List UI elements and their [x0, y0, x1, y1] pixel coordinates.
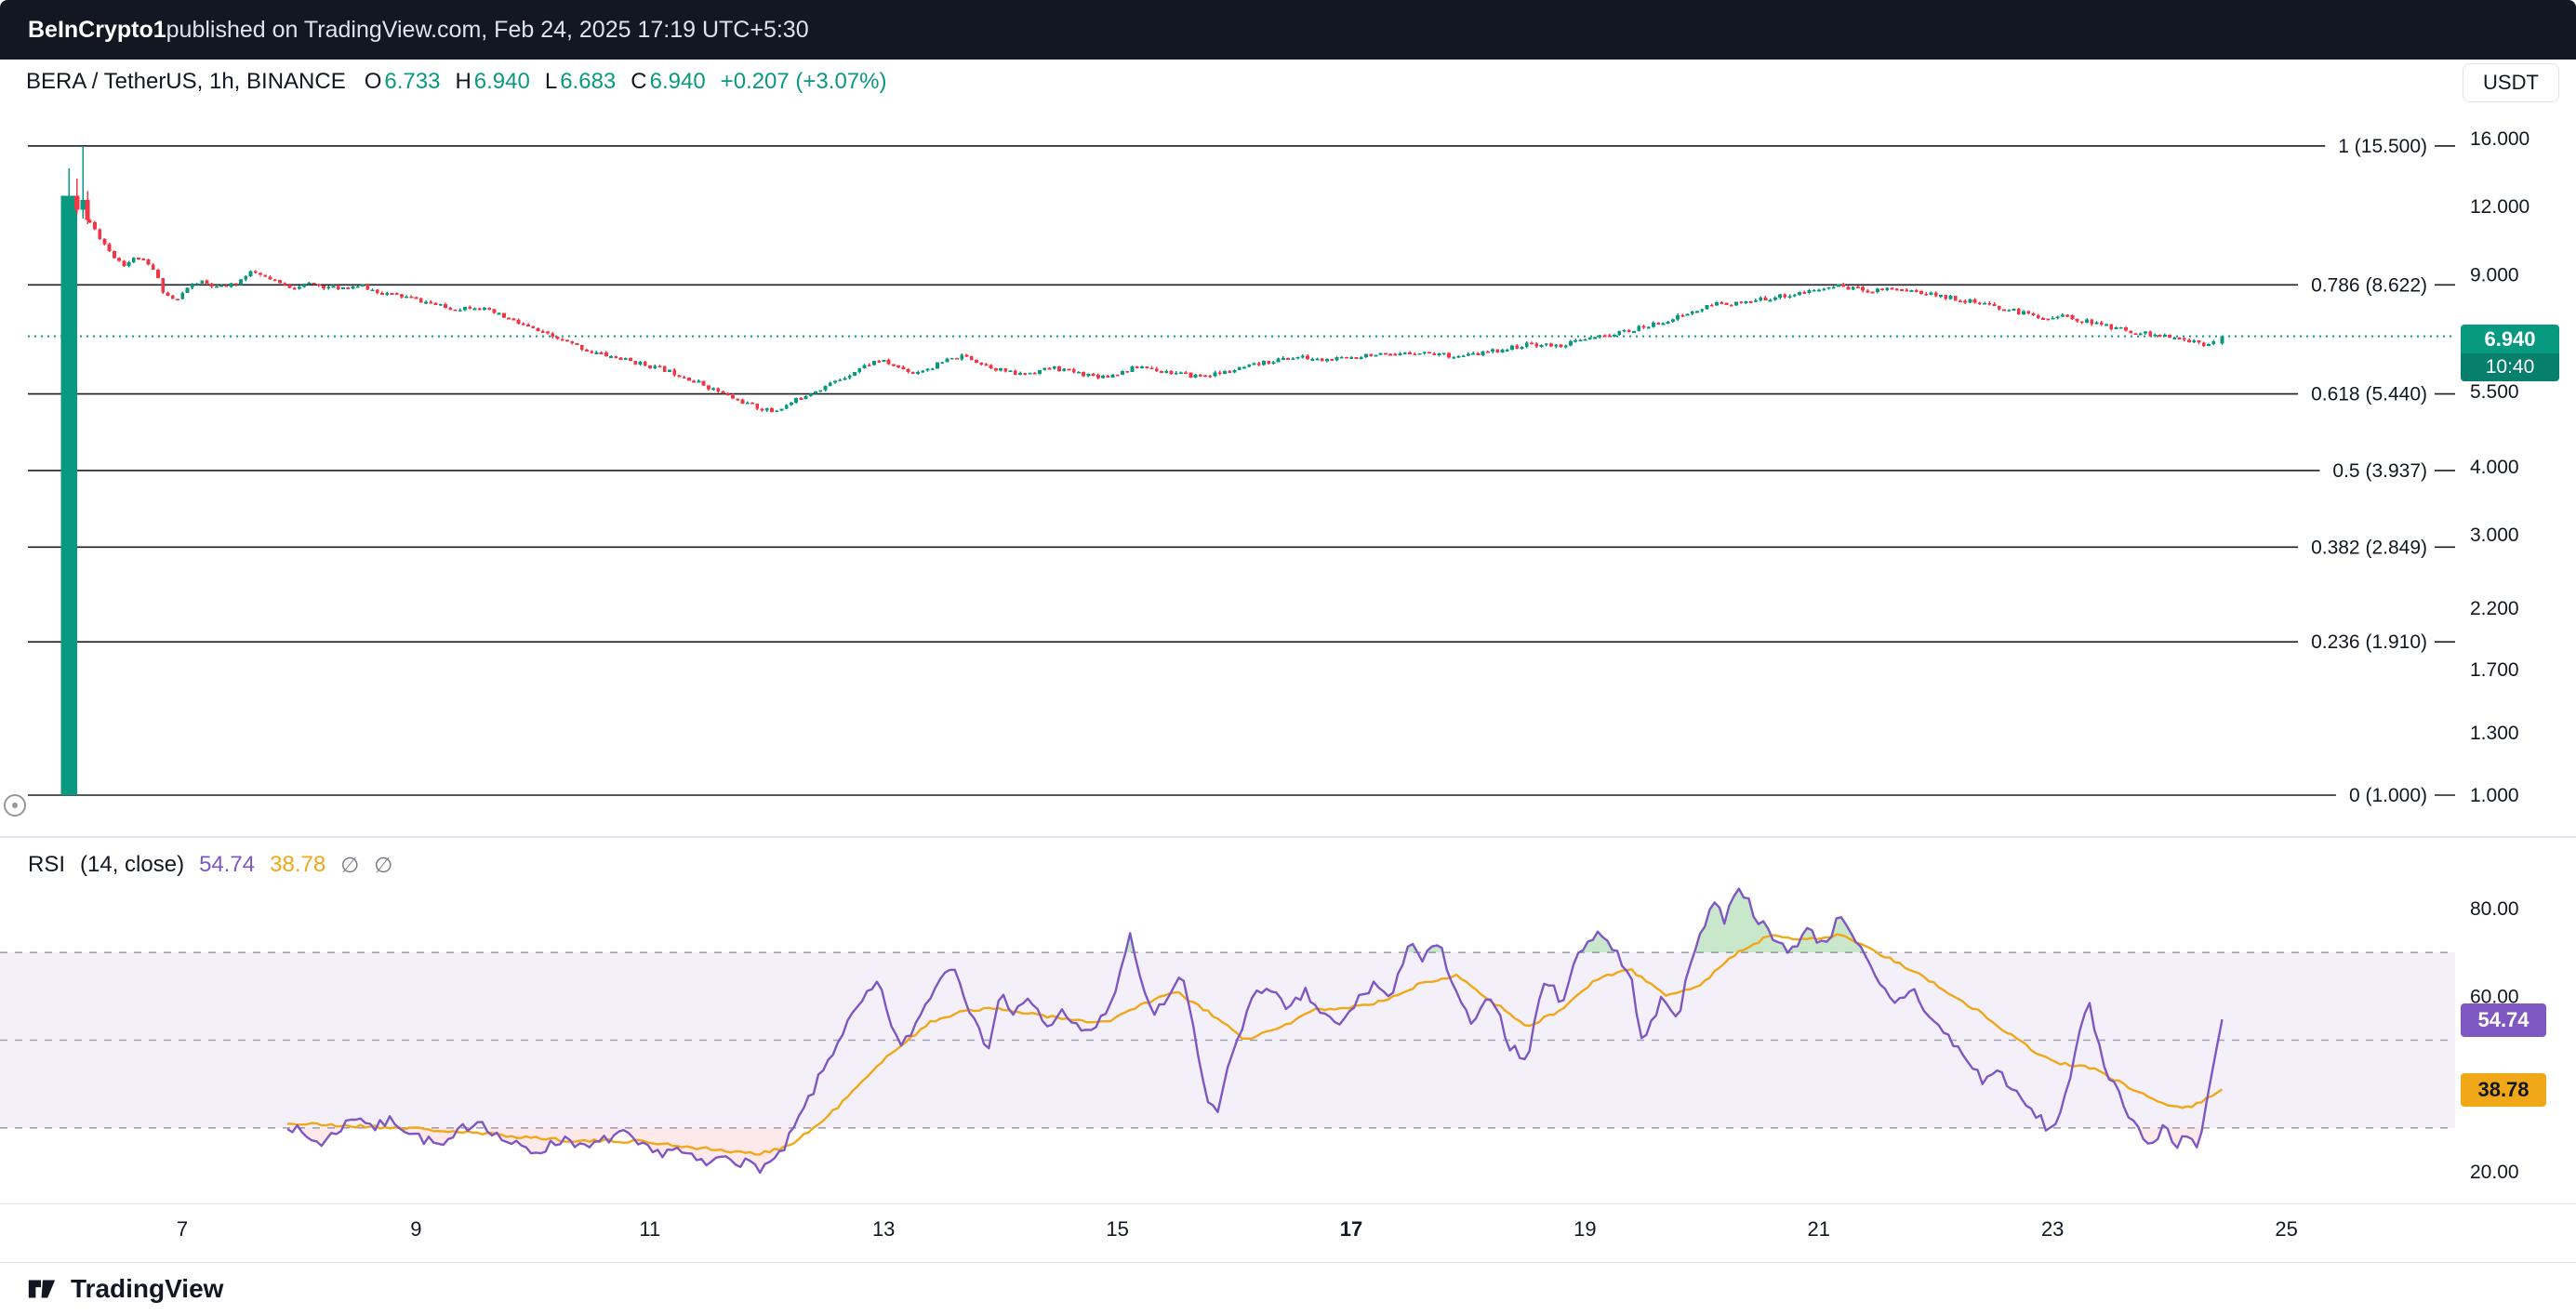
open-value: 6.733: [384, 69, 440, 95]
symbol-info-row: BERA / TetherUS, 1h, BINANCE O6.733 H6.9…: [0, 60, 2418, 104]
svg-text:1.300: 1.300: [2470, 723, 2519, 744]
close-pair: C6.940: [631, 69, 705, 95]
open-pair: O6.733: [365, 69, 441, 95]
brand-name[interactable]: TradingView: [71, 1274, 223, 1304]
fib-anchor-icon[interactable]: [5, 795, 25, 816]
time-axis-label: 15: [1106, 1217, 1128, 1242]
rsi-ma-value-badge: 38.78: [2461, 1073, 2546, 1107]
hidden-band-value-icon: ∅: [340, 853, 359, 878]
svg-text:0.382 (2.849): 0.382 (2.849): [2311, 537, 2427, 558]
publisher-username-link[interactable]: BeInCrypto1: [28, 17, 166, 44]
rsi-indicator-legend[interactable]: RSI (14, close) 54.74 38.78 ∅ ∅: [28, 852, 392, 878]
svg-text:1 (15.500): 1 (15.500): [2338, 136, 2427, 157]
time-axis-label: 17: [1340, 1217, 1362, 1242]
close-label: C: [631, 69, 646, 95]
time-axis-label: 7: [177, 1217, 188, 1242]
tradingview-published-chart: BeInCrypto1 published on TradingView.com…: [0, 0, 2576, 1315]
svg-text:1.700: 1.700: [2470, 659, 2519, 681]
low-value: 6.683: [560, 69, 616, 95]
footer-bar: TradingView: [0, 1262, 2576, 1315]
publish-info-bar: BeInCrypto1 published on TradingView.com…: [0, 0, 2576, 60]
rsi-axis[interactable]: 80.0060.0020.00: [2470, 898, 2519, 1183]
time-axis-label: 13: [872, 1217, 895, 1242]
rsi-value: 54.74: [199, 852, 255, 878]
fib-retracement-levels[interactable]: 1 (15.500) 0.786 (8.622) 0.618 (5.440) 0.5 …: [28, 136, 2455, 806]
change-value: +0.207 (+3.07%): [721, 69, 887, 95]
high-pair: H6.940: [455, 69, 529, 95]
time-axis-label: 21: [1808, 1217, 1830, 1242]
symbol-title[interactable]: BERA / TetherUS, 1h, BINANCE: [26, 69, 346, 95]
time-axis[interactable]: 7 9 11 13 15 17 19 21 23 25: [0, 1203, 2576, 1252]
open-label: O: [365, 69, 382, 95]
svg-text:9.000: 9.000: [2470, 264, 2519, 286]
bar-countdown: 10:40: [2461, 353, 2559, 381]
time-axis-label: 9: [410, 1217, 421, 1242]
svg-text:2.200: 2.200: [2470, 598, 2519, 619]
low-pair: L6.683: [545, 69, 616, 95]
time-axis-label: 11: [639, 1217, 660, 1242]
svg-text:0.618 (5.440): 0.618 (5.440): [2311, 384, 2427, 405]
tradingview-logo[interactable]: [26, 1273, 58, 1305]
svg-text:0 (1.000): 0 (1.000): [2349, 785, 2427, 806]
time-axis-label: 23: [2041, 1217, 2064, 1242]
close-value: 6.940: [650, 69, 706, 95]
rsi-params: (14, close): [80, 852, 184, 878]
publish-info-text: published on TradingView.com, Feb 24, 20…: [166, 17, 809, 44]
rsi-ma-value: 38.78: [270, 852, 325, 878]
price-axis[interactable]: 16.000 12.000 9.000 5.500 4.000 3.000 2.200 1.7…: [2470, 128, 2530, 806]
current-price-badge: 6.940 10:40: [2461, 325, 2559, 381]
svg-text:12.000: 12.000: [2470, 196, 2530, 218]
ohlc-values: O6.733 H6.940 L6.683 C6.940 +0.207 (+3.0…: [365, 69, 887, 95]
svg-text:5.500: 5.500: [2470, 381, 2519, 403]
rsi-title: RSI: [28, 852, 65, 878]
time-axis-label: 25: [2275, 1217, 2297, 1242]
rsi-value-badge: 54.74: [2461, 1003, 2546, 1037]
low-label: L: [545, 69, 557, 95]
svg-text:1.000: 1.000: [2470, 785, 2519, 806]
svg-text:16.000: 16.000: [2470, 128, 2530, 150]
current-price-value: 6.940: [2461, 325, 2559, 353]
svg-text:3.000: 3.000: [2470, 525, 2519, 546]
time-axis-label: 19: [1573, 1217, 1596, 1242]
svg-text:0.786 (8.622): 0.786 (8.622): [2311, 274, 2427, 296]
high-value: 6.940: [474, 69, 530, 95]
high-label: H: [455, 69, 471, 95]
chart-canvas[interactable]: 1 (15.500) 0.786 (8.622) 0.618 (5.440) 0.5 …: [0, 104, 2576, 1203]
svg-text:20.00: 20.00: [2470, 1162, 2519, 1183]
svg-text:80.00: 80.00: [2470, 898, 2519, 920]
svg-text:0.236 (1.910): 0.236 (1.910): [2311, 631, 2427, 653]
svg-text:4.000: 4.000: [2470, 457, 2519, 478]
svg-text:0.5 (3.937): 0.5 (3.937): [2332, 460, 2427, 482]
hidden-band-value-icon: ∅: [374, 853, 392, 878]
currency-toggle-button[interactable]: USDT: [2463, 63, 2559, 102]
